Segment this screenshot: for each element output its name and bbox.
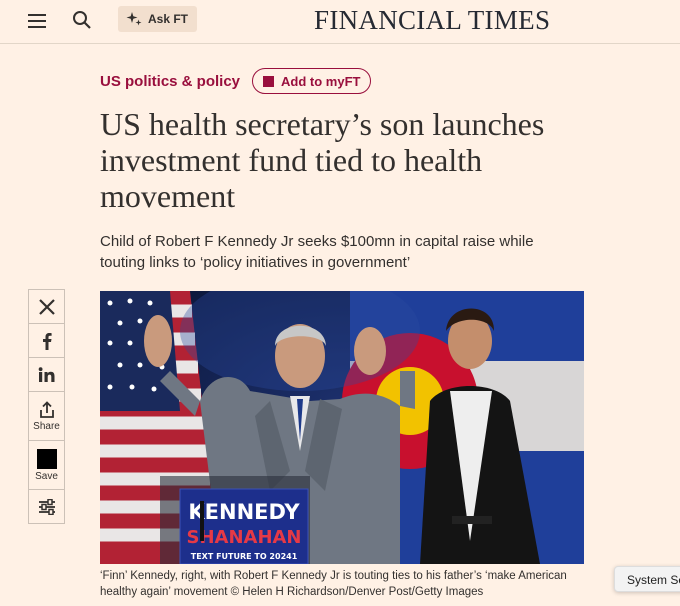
share-button[interactable]: Share — [28, 391, 65, 441]
add-to-myft-button[interactable]: Add to myFT — [252, 68, 372, 94]
facebook-icon — [42, 332, 52, 350]
article-headline: US health secretary’s son launches inves… — [100, 106, 545, 214]
system-settings-button[interactable]: System Settings — [614, 566, 680, 592]
ft-logo[interactable]: FINANCIAL TIMES — [314, 5, 550, 36]
save-label: Save — [35, 470, 58, 482]
ask-ft-label: Ask FT — [148, 12, 189, 26]
x-icon — [38, 298, 55, 315]
add-to-myft-label: Add to myFT — [281, 73, 361, 89]
search-icon[interactable] — [71, 9, 93, 31]
top-bar: Ask FT FINANCIAL TIMES — [0, 0, 680, 44]
share-x-button[interactable] — [28, 289, 65, 324]
topic-link[interactable]: US politics & policy — [100, 73, 240, 90]
sign-line1: KENNEDY — [188, 500, 300, 524]
share-label: Share — [33, 420, 60, 432]
article-photo: KENNEDY SHANAHAN TEXT FUTURE TO 20241 — [100, 291, 584, 564]
myft-square-icon — [263, 75, 275, 87]
settings-sliders-button[interactable] — [28, 489, 65, 524]
topic-row: US politics & policy Add to myFT — [100, 68, 372, 94]
share-rail: Share Save — [28, 289, 65, 524]
share-facebook-button[interactable] — [28, 323, 65, 358]
ask-ft-button[interactable]: Ask FT — [118, 6, 198, 32]
upload-share-icon — [39, 400, 54, 418]
sign-line3: TEXT FUTURE TO 20241 — [191, 552, 298, 561]
share-linkedin-button[interactable] — [28, 357, 65, 392]
linkedin-icon — [38, 366, 54, 382]
menu-icon[interactable] — [26, 10, 48, 32]
sliders-icon — [38, 498, 55, 515]
save-square-icon — [36, 448, 57, 469]
sparkle-icon — [126, 12, 142, 26]
article-standfirst: Child of Robert F Kennedy Jr seeks $100m… — [100, 233, 534, 271]
photo-caption: ‘Finn’ Kennedy, right, with Robert F Ken… — [100, 570, 567, 598]
save-button[interactable]: Save — [28, 440, 65, 490]
